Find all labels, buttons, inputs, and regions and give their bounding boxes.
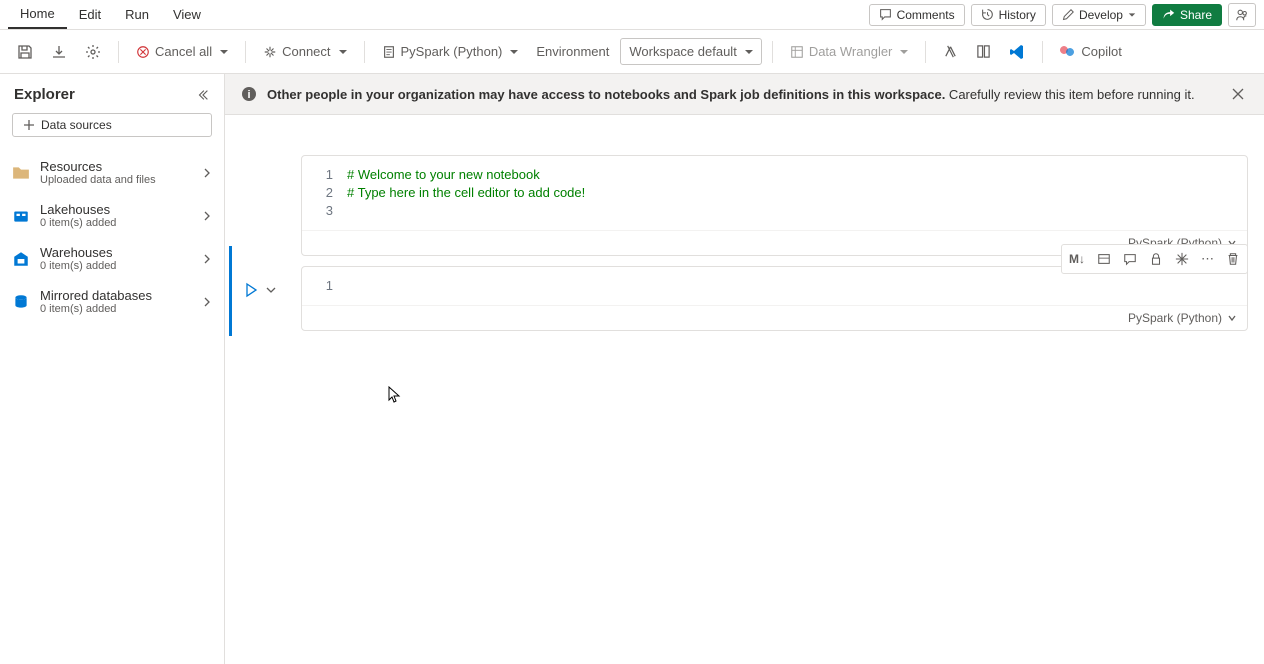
svg-text:i: i [247,89,250,101]
menu-home[interactable]: Home [8,0,67,29]
explorer-item-resources[interactable]: Resources Uploaded data and files [0,151,224,194]
chevron-right-icon [202,211,212,221]
folder-icon [12,164,30,182]
history-icon [981,8,994,21]
menubar: Home Edit Run View Comments History Deve… [0,0,1264,30]
more-cell-button[interactable]: ⋯ [1196,247,1219,271]
chevron-right-icon [202,297,212,307]
collapse-sidebar-button[interactable] [196,88,210,102]
share-icon [1162,8,1175,21]
menu-run[interactable]: Run [113,1,161,28]
explorer-title: Explorer [14,86,75,103]
connect-button[interactable]: Connect [256,39,353,64]
lakehouse-icon [12,207,30,225]
notebook-content: i Other people in your organization may … [225,74,1264,664]
pencil-icon [1062,9,1074,21]
cell-toolbar: M↓ ⋯ [1061,244,1248,274]
run-options-button[interactable] [265,284,277,296]
connect-icon [263,45,277,59]
chevron-right-icon [202,254,212,264]
chevron-down-icon [1128,11,1136,19]
data-wrangler-icon [790,45,804,59]
explorer-item-lakehouses[interactable]: Lakehouses 0 item(s) added [0,194,224,237]
explorer-item-mirrored-databases[interactable]: Mirrored databases 0 item(s) added [0,280,224,323]
markdown-button[interactable]: M↓ [1064,247,1090,271]
code-cell[interactable]: M↓ ⋯ 1 PySpark (Python) [301,266,1248,331]
people-icon [1235,8,1249,22]
data-sources-button[interactable]: Data sources [12,113,212,137]
plus-icon [23,119,35,131]
menu-edit[interactable]: Edit [67,1,113,28]
chevron-right-icon [202,168,212,178]
copilot-button[interactable]: Copilot [1053,39,1128,65]
copilot-icon [1060,44,1076,60]
explorer-sidebar: Explorer Data sources Resources Uploaded… [0,74,225,664]
language-selector[interactable]: PySpark (Python) [375,39,526,64]
layout-button[interactable] [969,39,998,64]
banner-close-button[interactable] [1228,84,1248,104]
data-wrangler-button[interactable]: Data Wrangler [783,39,916,64]
cell-language-selector[interactable]: PySpark (Python) [1128,311,1237,325]
info-icon: i [241,86,257,102]
code-cell[interactable]: 123 # Welcome to your new notebook# Type… [301,155,1248,256]
variables-button[interactable] [936,39,965,64]
line-numbers: 1 [302,277,347,295]
cancel-icon [136,45,150,59]
toggle-output-button[interactable] [1092,247,1116,271]
vscode-button[interactable] [1002,39,1032,65]
code-editor[interactable]: 123 # Welcome to your new notebook# Type… [302,156,1247,230]
banner-text: Other people in your organization may ha… [267,87,1218,102]
line-numbers: 123 [302,166,347,220]
workspace-selector[interactable]: Workspace default [620,38,761,65]
explorer-item-warehouses[interactable]: Warehouses 0 item(s) added [0,237,224,280]
comment-cell-button[interactable] [1118,247,1142,271]
warehouse-icon [12,250,30,268]
download-button[interactable] [44,39,74,65]
freeze-cell-button[interactable] [1170,247,1194,271]
comment-icon [879,8,892,21]
save-button[interactable] [10,39,40,65]
people-button[interactable] [1228,3,1256,27]
develop-button[interactable]: Develop [1052,4,1146,26]
toolbar: Cancel all Connect PySpark (Python) Envi… [0,30,1264,74]
run-cell-button[interactable] [243,282,259,298]
environment-label: Environment [529,39,616,64]
info-banner: i Other people in your organization may … [225,74,1264,115]
cancel-all-button[interactable]: Cancel all [129,39,235,64]
delete-cell-button[interactable] [1221,247,1245,271]
menu-view[interactable]: View [161,1,213,28]
mirror-icon [12,293,30,311]
history-button[interactable]: History [971,4,1046,26]
settings-button[interactable] [78,39,108,65]
comments-button[interactable]: Comments [869,4,965,26]
lock-cell-button[interactable] [1144,247,1168,271]
notebook-icon [382,45,396,59]
share-button[interactable]: Share [1152,4,1222,26]
